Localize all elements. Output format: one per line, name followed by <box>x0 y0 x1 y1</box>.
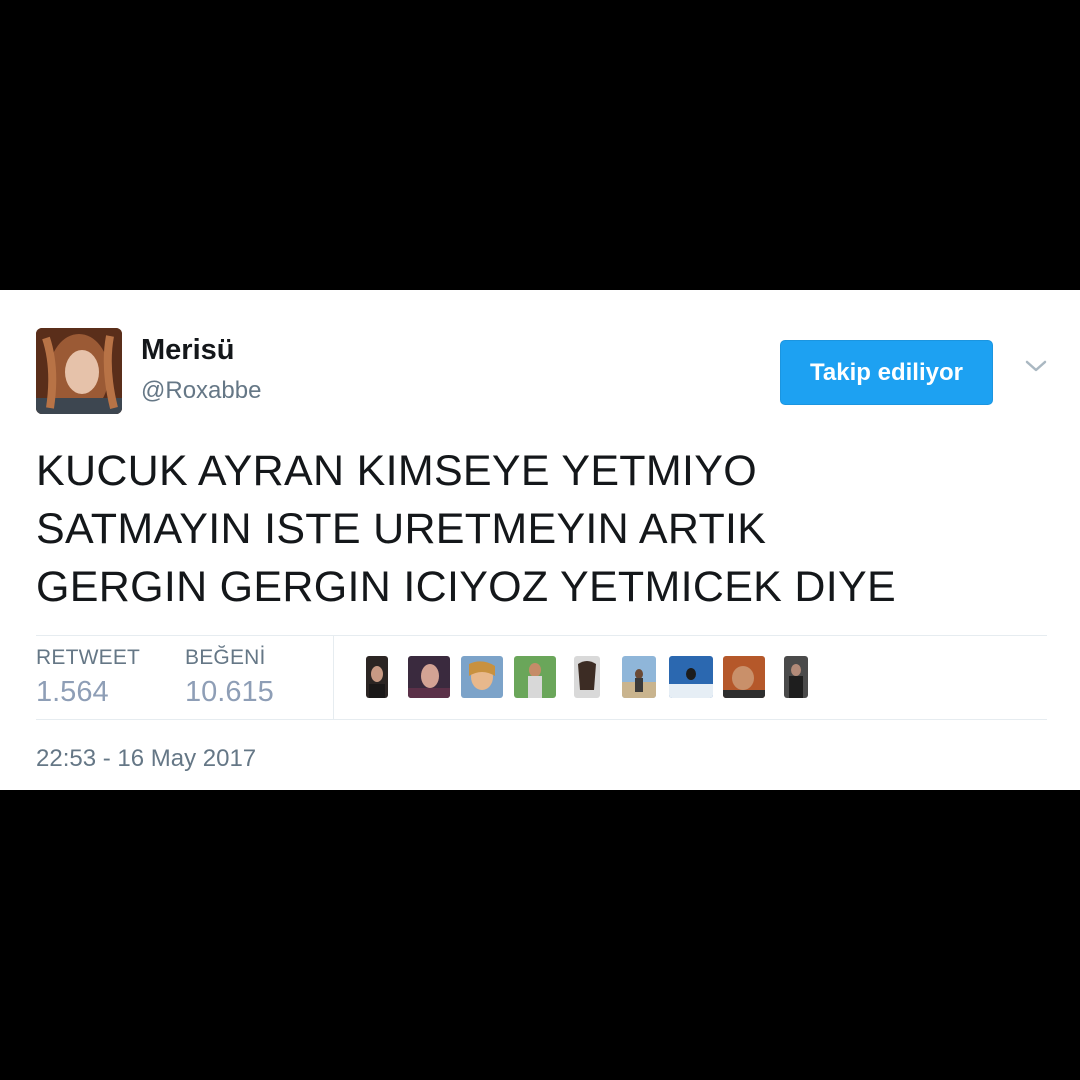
user-handle[interactable]: @Roxabbe <box>141 377 261 405</box>
tweet-line: KUCUK AYRAN KIMSEYE YETMIYO <box>36 447 757 495</box>
liker-avatar[interactable] <box>514 656 556 698</box>
liker-avatar[interactable] <box>622 656 656 698</box>
liker-avatar[interactable] <box>574 656 600 698</box>
divider <box>36 635 1047 636</box>
liker-avatar[interactable] <box>366 656 388 698</box>
liker-avatar[interactable] <box>461 656 503 698</box>
retweet-label: RETWEET <box>36 646 141 669</box>
tweet-line: GERGIN GERGIN ICIYOZ YETMICEK DIYE <box>36 563 896 611</box>
liker-avatar[interactable] <box>669 656 713 698</box>
liker-avatar[interactable] <box>784 656 808 698</box>
display-name[interactable]: Merisü <box>141 334 234 367</box>
liker-avatar[interactable] <box>408 656 450 698</box>
retweet-count: 1.564 <box>36 676 109 708</box>
divider <box>36 719 1047 720</box>
like-label: BEĞENİ <box>185 646 266 669</box>
liker-avatar[interactable] <box>723 656 765 698</box>
like-count: 10.615 <box>185 676 274 708</box>
chevron-down-icon[interactable] <box>1022 356 1050 376</box>
following-button[interactable]: Takip ediliyor <box>780 340 993 405</box>
tweet-line: SATMAYIN ISTE URETMEYIN ARTIK <box>36 505 767 553</box>
stats-separator <box>333 636 334 720</box>
retweet-stat[interactable]: RETWEET 1.564 <box>36 646 140 709</box>
tweet-timestamp[interactable]: 22:53 - 16 May 2017 <box>36 745 256 773</box>
like-stat[interactable]: BEĞENİ 10.615 <box>185 646 274 709</box>
tweet-text: KUCUK AYRAN KIMSEYE YETMIYO SATMAYIN IST… <box>36 442 1046 616</box>
tweet-card: Merisü @Roxabbe Takip ediliyor KUCUK AYR… <box>0 290 1080 790</box>
avatar[interactable] <box>36 328 122 414</box>
